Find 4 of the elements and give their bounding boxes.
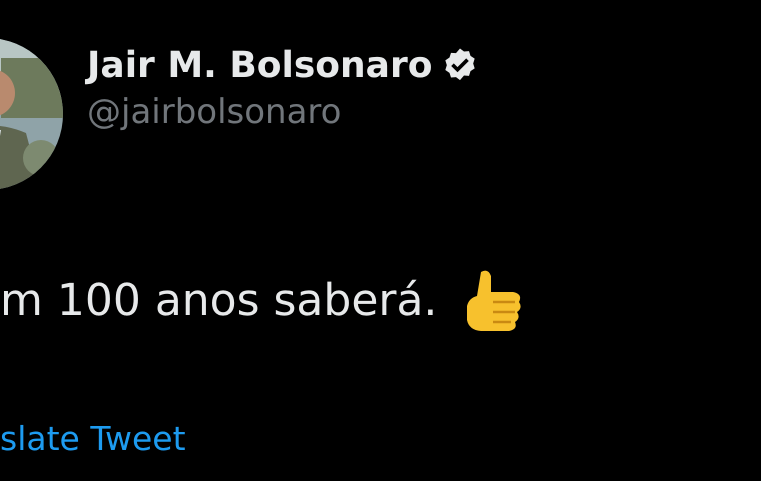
author-handle[interactable]: @jairbolsonaro [87,94,480,132]
translate-link[interactable]: slate Tweet [0,419,186,458]
tweet-text: m 100 anos saberá. [0,279,438,323]
author-name[interactable]: Jair M. Bolsonaro [87,46,432,86]
